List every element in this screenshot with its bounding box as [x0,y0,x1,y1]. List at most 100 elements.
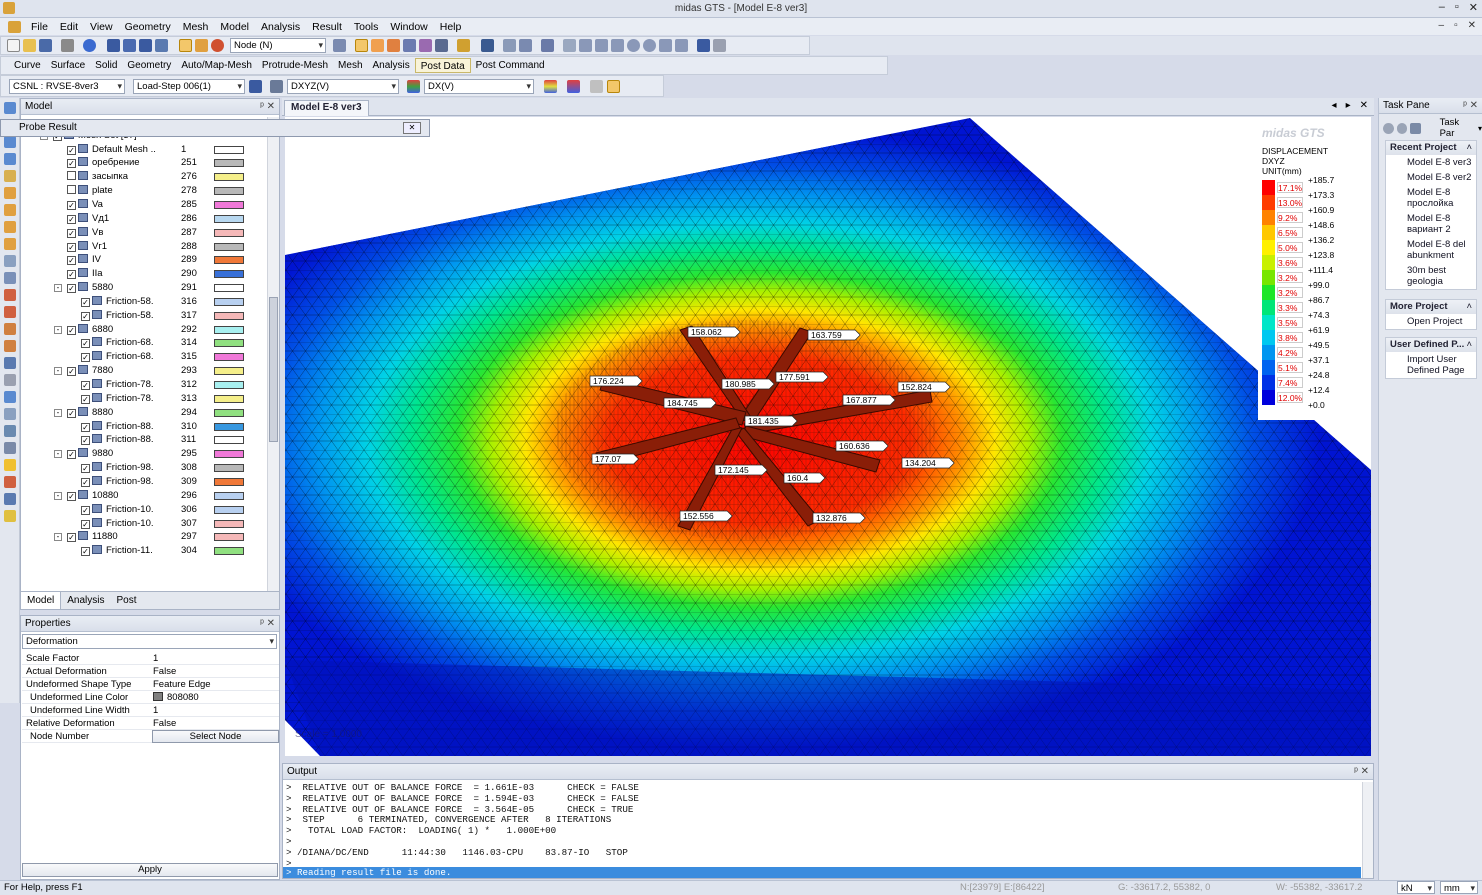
side-view-icon[interactable] [4,221,16,233]
tree-row-color-swatch[interactable] [214,519,244,528]
tree-row-color-swatch[interactable] [214,284,244,293]
tab-curve[interactable]: Curve [9,58,46,73]
property-row[interactable]: Undeformed Line Width 1 [22,704,279,717]
tree-row[interactable]: ✓ Vд1 286 [67,212,261,226]
tree-row[interactable]: ✓ Default Mesh .. 1 [67,143,261,157]
tab-protrude-mesh[interactable]: Protrude-Mesh [257,58,333,73]
value-label[interactable]: 180.985 [721,378,775,390]
print-icon[interactable] [61,39,74,52]
probe-close-button[interactable]: ✕ [403,122,421,134]
more-project-header[interactable]: More Project [1386,300,1476,314]
recent-project-link[interactable]: Model E-8 del abunkment [1386,237,1476,263]
value-label[interactable]: 163.759 [807,329,861,341]
task-pane-menu[interactable]: Task Par [1440,117,1475,139]
save-icon[interactable] [39,39,52,52]
tab-analysis-panel[interactable]: Analysis [61,592,110,609]
task-pane-menu-arrow-icon[interactable]: ▾ [1478,124,1482,133]
tree-row[interactable]: - ✓ 8880 294 [54,406,261,420]
tree-row[interactable]: ✓ Friction-11. 304 [81,544,261,558]
maximize-icon[interactable]: ▫ [1455,1,1459,14]
tab-surface[interactable]: Surface [46,58,90,73]
tree-expander-icon[interactable]: - [54,325,62,334]
property-value[interactable]: 1 [153,704,158,717]
tree-checkbox[interactable]: ✓ [67,214,76,224]
tree-checkbox[interactable]: ✓ [67,200,76,210]
tree-row[interactable]: ✓ оребрение 251 [67,156,261,170]
property-row[interactable]: Scale Factor 1 [22,652,279,665]
mesh-view-icon[interactable] [4,408,16,420]
tree-row-color-swatch[interactable] [214,381,244,389]
tree-checkbox[interactable]: ✓ [81,297,90,307]
tree-checkbox[interactable]: ✓ [81,436,90,446]
tab-solid[interactable]: Solid [90,58,122,73]
tree-row-color-swatch[interactable] [214,270,244,279]
forward-icon[interactable] [1396,122,1408,134]
lock-active-icon[interactable] [607,79,620,93]
output-scrollbar[interactable] [1362,782,1373,878]
legend-icon[interactable] [567,79,580,93]
tab-analysis[interactable]: Analysis [368,58,415,73]
tree-row[interactable]: plate 278 [67,184,261,198]
tools-icon[interactable] [4,493,16,505]
tree-row[interactable]: ✓ Friction-58. 317 [81,309,261,323]
tree-row-color-swatch[interactable] [214,450,244,459]
tree-row[interactable]: ✓ Friction-10. 306 [81,503,261,517]
pick-settings-icon[interactable] [435,39,448,52]
component2-dropdown[interactable]: DX(V) [424,78,534,94]
mdi-close-icon[interactable]: ✕ [1468,20,1476,31]
rotate-up-icon[interactable] [4,323,16,335]
tree-row-color-swatch[interactable] [214,325,244,334]
home-icon[interactable] [1410,122,1421,134]
pan-icon[interactable] [4,170,16,182]
recent-project-link[interactable]: Model E-8 вариант 2 [1386,211,1476,237]
length-unit-dropdown[interactable]: mm [1440,881,1478,895]
result-table-icon[interactable] [270,79,283,93]
value-label[interactable]: 152.824 [897,381,951,393]
tree-checkbox[interactable]: ✓ [67,533,76,543]
menu-file[interactable]: File [25,21,54,33]
force-unit-dropdown[interactable]: kN [1397,881,1435,895]
tree-checkbox[interactable]: ✓ [81,394,90,404]
value-label[interactable]: 172.145 [714,464,768,476]
line-color-swatch[interactable] [153,692,163,701]
properties-pin-close-icon[interactable]: ᵖ ✕ [260,616,275,632]
value-label[interactable]: 134.204 [901,457,955,469]
tree-row[interactable]: ✓ Friction-78. 313 [81,392,261,406]
tree-checkbox[interactable] [67,171,76,181]
tree-checkbox[interactable]: ✓ [67,325,76,335]
tab-mesh[interactable]: Mesh [333,58,367,73]
hash-icon[interactable] [675,39,688,52]
apply-button[interactable]: Apply [22,863,278,877]
tree-row-color-swatch[interactable] [214,242,244,251]
probe-result-window[interactable]: Probe Result ✕ [0,119,430,137]
circle-icon[interactable] [627,39,640,52]
filter-icon[interactable] [333,39,346,52]
contour-settings-icon[interactable] [544,79,557,93]
rotate-down-icon[interactable] [4,340,16,352]
tree-row[interactable]: - ✓ 10880 296 [54,489,261,503]
menu-help[interactable]: Help [434,21,468,33]
csnl-dropdown[interactable]: CSNL : RVSE-8ver3 [9,78,125,94]
tab-prev-icon[interactable]: ◂ [1332,100,1337,111]
tree-checkbox[interactable]: ✓ [81,339,90,349]
tree-row-color-swatch[interactable] [214,200,244,209]
recent-project-header[interactable]: Recent Project [1386,141,1476,155]
tree-row-color-swatch[interactable] [214,339,244,348]
tree-row[interactable]: ✓ IV 289 [67,253,261,267]
property-row[interactable]: Node Number Select Node [22,730,279,743]
pick-line-icon[interactable] [419,39,432,52]
display-icon[interactable] [481,39,494,52]
cross-icon[interactable] [659,39,672,52]
tree-row[interactable]: ✓ Friction-68. 315 [81,350,261,364]
value-label[interactable]: 184.745 [663,397,717,409]
tree-checkbox[interactable]: ✓ [67,284,76,294]
menu-app-icon[interactable] [8,20,21,33]
mdi-minimize-icon[interactable]: – [1439,20,1445,31]
circle-center-icon[interactable] [643,39,656,52]
view-close-icon[interactable]: ✕ [1360,100,1368,111]
tree-row-color-swatch[interactable] [214,159,244,168]
table-icon[interactable] [563,39,576,52]
task-pane-pin-close-icon[interactable]: ᵖ ✕ [1463,98,1478,114]
contour-icon[interactable] [407,79,420,93]
shade-view-icon[interactable] [4,272,16,284]
